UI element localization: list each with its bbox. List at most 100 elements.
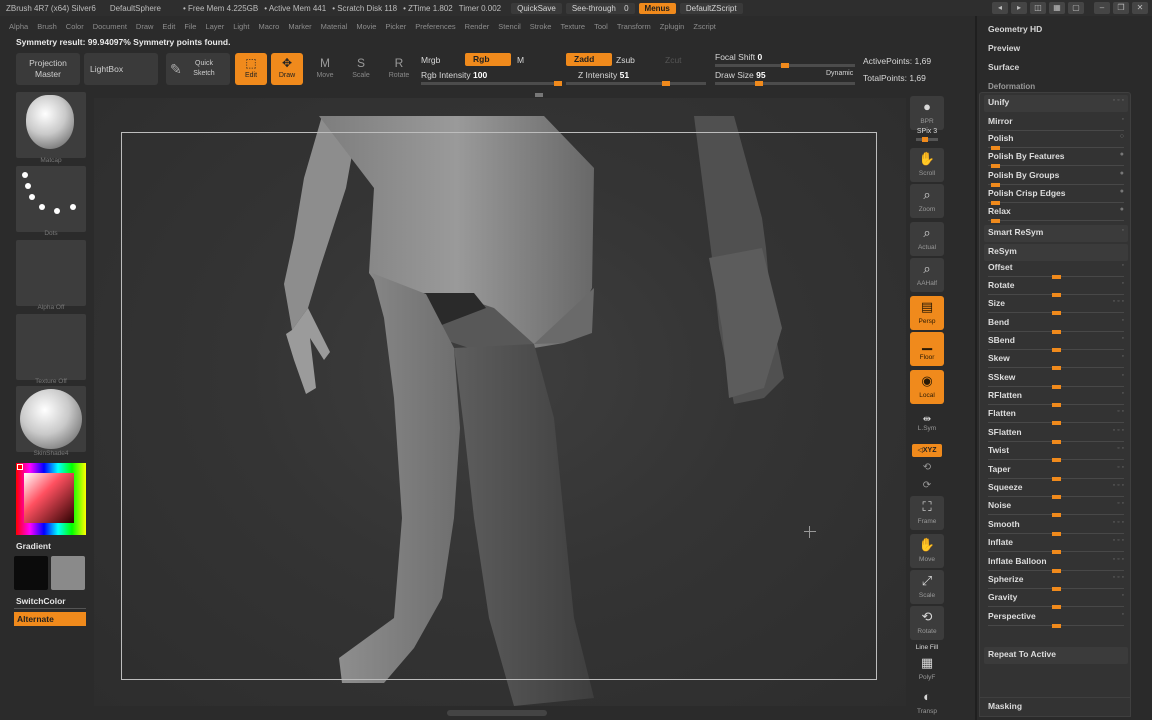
close-icon[interactable]: ✕ [1132, 2, 1148, 14]
polyf-button[interactable]: ▦ PolyF [910, 652, 944, 686]
dynamic-toggle[interactable]: Dynamic [826, 70, 853, 77]
menu-stroke[interactable]: Stroke [530, 22, 552, 31]
geometry-hd-header[interactable]: Geometry HD [988, 24, 1042, 34]
axis-toggle-icon[interactable]: ◦ ◦ [1117, 408, 1124, 415]
restore-icon[interactable]: ❐ [1113, 2, 1129, 14]
lightbox-button[interactable]: LightBox [84, 53, 158, 85]
scale-view-button[interactable]: ⤢ Scale [910, 570, 944, 604]
focal-shift-slider[interactable]: Focal Shift 0 [715, 52, 762, 62]
draw-button[interactable]: ✥ Draw [271, 53, 303, 85]
primary-color-swatch[interactable] [14, 556, 48, 590]
deformation-rflatten-slider[interactable]: RFlatten ◦ [984, 388, 1128, 407]
z-intensity-knob[interactable] [662, 81, 670, 86]
axis-toggle-icon[interactable]: ◦ ◦ ◦ [1113, 556, 1124, 563]
spix-track[interactable] [916, 137, 938, 142]
menu-document[interactable]: Document [93, 22, 127, 31]
axis-toggle-icon[interactable]: ◦ [1122, 116, 1124, 123]
frame-button[interactable]: ⛶ Frame [910, 496, 944, 530]
menu-movie[interactable]: Movie [356, 22, 376, 31]
canvas-handle[interactable] [535, 93, 543, 97]
menu-light[interactable]: Light [233, 22, 249, 31]
deformation-unify-button[interactable]: Unify ◦ ◦ ◦ [984, 95, 1128, 112]
deformation-skew-slider[interactable]: Skew ◦ [984, 351, 1128, 370]
switchcolor-button[interactable]: SwitchColor [16, 596, 66, 606]
axis-toggle-icon[interactable]: ◦ ◦ [1117, 500, 1124, 507]
axis-toggle-icon[interactable]: ◦ [1122, 280, 1124, 287]
zadd-toggle[interactable]: Zadd [566, 53, 612, 66]
default-zscript-button[interactable]: DefaultZScript [679, 2, 743, 14]
menu-material[interactable]: Material [321, 22, 348, 31]
menu-file[interactable]: File [184, 22, 196, 31]
material-thumbnail[interactable] [16, 92, 86, 158]
rotate-button[interactable]: R Rotate [383, 53, 415, 85]
deformation-perspective-slider[interactable]: Perspective ◦ [984, 609, 1128, 628]
matcap-thumbnail[interactable] [16, 386, 86, 452]
axis-toggle-icon[interactable]: ◦ ◦ ◦ [1113, 427, 1124, 434]
axis-toggle-icon[interactable]: ◦ ◦ ◦ [1113, 537, 1124, 544]
lock-icon[interactable]: ▢ [1068, 2, 1084, 14]
deformation-noise-slider[interactable]: Noise ◦ ◦ [984, 498, 1128, 517]
deformation-flatten-slider[interactable]: Flatten ◦ ◦ [984, 406, 1128, 425]
deformation-sbend-slider[interactable]: SBend ◦ [984, 333, 1128, 352]
menu-zplugin[interactable]: Zplugin [660, 22, 685, 31]
deformation-sflatten-slider[interactable]: SFlatten ◦ ◦ ◦ [984, 425, 1128, 444]
focal-shift-knob[interactable] [781, 63, 789, 68]
menu-macro[interactable]: Macro [258, 22, 279, 31]
deformation-size-slider[interactable]: Size ◦ ◦ ◦ [984, 296, 1128, 315]
slider-knob[interactable] [990, 219, 1000, 223]
brush-thumbnail[interactable] [16, 166, 86, 232]
bottom-shelf-handle[interactable] [447, 710, 547, 716]
axis-toggle-icon[interactable]: ◦ ◦ ◦ [1113, 97, 1124, 104]
bpr-button[interactable]: ● BPR [910, 96, 944, 130]
actual-button[interactable]: ⌕ Actual [910, 222, 944, 256]
menus-toggle[interactable]: Menus [638, 2, 676, 14]
gradient-toggle[interactable]: Gradient [16, 541, 51, 551]
xyz-button[interactable]: ◁XYZ [912, 444, 942, 457]
axis-toggle-icon[interactable]: ● [1120, 206, 1124, 213]
see-through-slider[interactable]: See-through 0 [565, 2, 635, 14]
quicksave-button[interactable]: QuickSave [511, 2, 562, 14]
zcut-toggle[interactable]: Zcut [665, 55, 682, 65]
deformation-repeat-to-active-button[interactable]: Repeat To Active [984, 647, 1128, 664]
rotation-axis2-icon[interactable]: ⟳ [910, 480, 944, 491]
deformation-polish-slider[interactable]: Polish ○ [984, 131, 1128, 150]
menu-stencil[interactable]: Stencil [498, 22, 521, 31]
axis-toggle-icon[interactable]: ◦ [1122, 592, 1124, 599]
alpha-thumbnail[interactable] [16, 240, 86, 306]
projection-master-button[interactable]: Projection Master [16, 53, 80, 85]
menu-color[interactable]: Color [66, 22, 84, 31]
focal-shift-track[interactable] [715, 63, 855, 68]
tray-divider[interactable] [975, 16, 977, 720]
axis-toggle-icon[interactable]: ◦ ◦ [1117, 445, 1124, 452]
deformation-offset-slider[interactable]: Offset ◦ [984, 260, 1128, 279]
lsym-button[interactable]: ⇹ L.Sym [910, 414, 944, 432]
persp-button[interactable]: ▤ Persp [910, 296, 944, 330]
prev-layout-icon[interactable]: ◂ [992, 2, 1008, 14]
draw-size-slider[interactable]: Draw Size 95 [715, 70, 766, 80]
menu-preferences[interactable]: Preferences [415, 22, 455, 31]
texture-thumbnail[interactable] [16, 314, 86, 380]
canvas-viewport[interactable] [94, 98, 906, 706]
quick-sketch-button[interactable]: ✎ Quick Sketch [166, 53, 230, 85]
z-intensity-slider[interactable]: Z Intensity 51 [578, 70, 629, 80]
next-layout-icon[interactable]: ▸ [1011, 2, 1027, 14]
rgb-toggle[interactable]: Rgb [465, 53, 511, 66]
z-intensity-track[interactable] [566, 81, 706, 86]
axis-toggle-icon[interactable]: ◦ [1122, 317, 1124, 324]
axis-toggle-icon[interactable]: ● [1120, 188, 1124, 195]
axis-toggle-icon[interactable]: ◦ [1122, 227, 1124, 234]
rgb-intensity-track[interactable] [421, 81, 562, 86]
floor-button[interactable]: ▁ Floor [910, 332, 944, 366]
menu-render[interactable]: Render [465, 22, 490, 31]
menu-draw[interactable]: Draw [136, 22, 154, 31]
minimize-icon[interactable]: – [1094, 2, 1110, 14]
deformation-polish-by-features-slider[interactable]: Polish By Features ● [984, 149, 1128, 168]
move-view-button[interactable]: ✋ Move [910, 534, 944, 568]
draw-size-knob[interactable] [755, 81, 763, 86]
deformation-polish-crisp-edges-slider[interactable]: Polish Crisp Edges ● [984, 186, 1128, 205]
deformation-relax-slider[interactable]: Relax ● [984, 204, 1128, 223]
menu-layer[interactable]: Layer [205, 22, 224, 31]
deformation-smooth-slider[interactable]: Smooth ◦ ◦ ◦ [984, 517, 1128, 536]
deformation-polish-by-groups-slider[interactable]: Polish By Groups ● [984, 168, 1128, 187]
edit-button[interactable]: ⬚ Edit [235, 53, 267, 85]
